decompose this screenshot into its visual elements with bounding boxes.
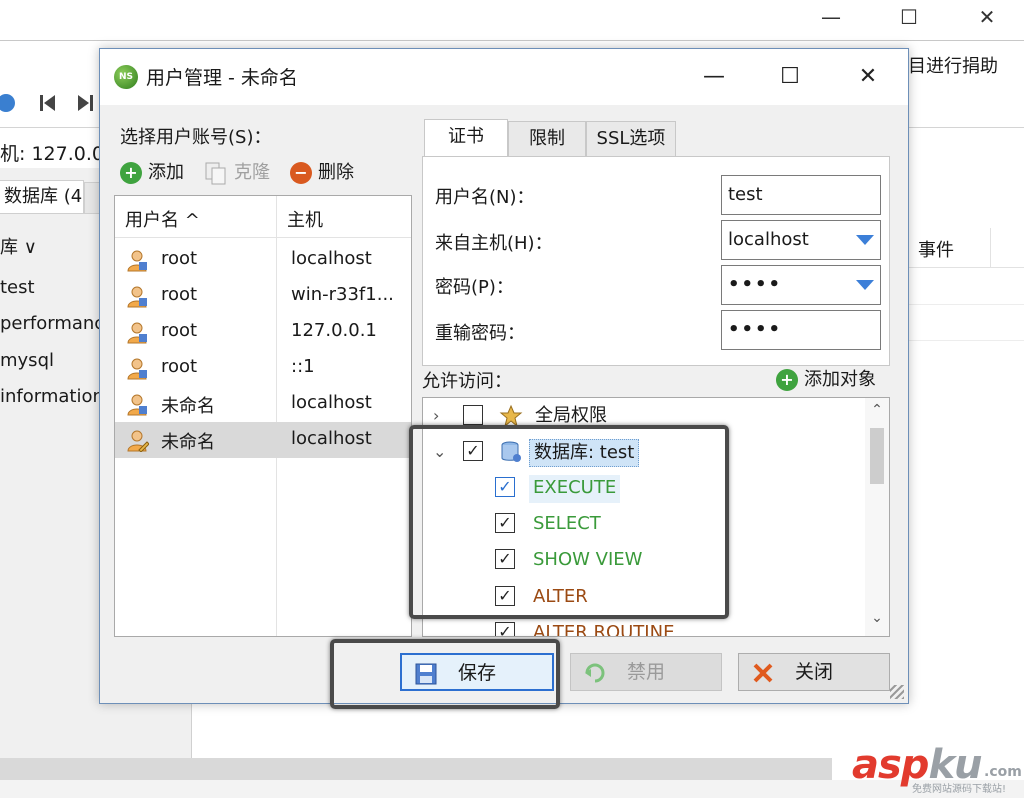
dialog-maximize-button[interactable]: ☐: [770, 61, 810, 93]
add-user-button[interactable]: + 添加: [120, 159, 184, 187]
user-icon: [127, 322, 147, 344]
scroll-up-icon[interactable]: ⌃: [865, 402, 889, 418]
privilege-label: ALTER ROUTINE: [533, 622, 675, 637]
refresh-icon: [585, 663, 605, 683]
app-close-button[interactable]: ✕: [964, 2, 1010, 32]
database-item[interactable]: test: [0, 277, 100, 298]
connection-host-label: 机: 127.0.0.: [0, 143, 111, 165]
app-maximize-button[interactable]: ☐: [886, 2, 932, 32]
tab-limits[interactable]: 限制: [508, 121, 586, 157]
app-minimize-button[interactable]: —: [808, 2, 854, 32]
horizontal-scrollbar[interactable]: [0, 758, 832, 780]
disable-button[interactable]: 禁用: [570, 653, 722, 691]
tab-databases[interactable]: 数据库 (4): [0, 180, 84, 214]
database-item[interactable]: performance: [0, 313, 100, 334]
user-row[interactable]: root win-r33f1...: [115, 278, 411, 314]
user-name: 未命名: [161, 396, 215, 417]
user-icon: [127, 250, 147, 272]
tab-certificate[interactable]: 证书: [424, 119, 508, 157]
column-header-host[interactable]: 主机: [287, 206, 323, 232]
grid-separator: [990, 228, 991, 268]
user-row[interactable]: 未命名 localhost: [115, 386, 411, 422]
navicat-logo-icon: NS: [114, 65, 138, 89]
user-icon: [127, 394, 147, 416]
last-record-icon[interactable]: [76, 92, 96, 114]
privilege-checkbox[interactable]: ✓: [495, 622, 515, 636]
username-field[interactable]: test: [721, 175, 881, 215]
highlight-frame-save: [330, 639, 560, 709]
minus-icon: −: [290, 162, 312, 184]
donate-link[interactable]: 目进行捐助: [908, 52, 998, 78]
user-host: localhost: [291, 392, 372, 413]
add-object-button[interactable]: + 添加对象: [776, 365, 876, 391]
first-record-icon[interactable]: [38, 92, 58, 114]
user-host: localhost: [291, 428, 372, 449]
dialog-minimize-button[interactable]: —: [694, 61, 734, 93]
user-name: root: [161, 284, 198, 305]
allow-access-label: 允许访问：: [422, 371, 512, 392]
database-item[interactable]: information_: [0, 386, 100, 407]
select-account-label: 选择用户账号(S)：: [120, 127, 272, 148]
grid-row-line: [908, 304, 1024, 305]
confirm-password-field[interactable]: ••••: [721, 310, 881, 350]
watermark-suffix: .com: [984, 764, 1022, 780]
user-host: localhost: [291, 248, 372, 269]
user-host: win-r33f1...: [291, 284, 394, 305]
highlight-frame-privileges: [409, 425, 729, 619]
close-button[interactable]: 关闭: [738, 653, 890, 691]
clone-icon: [205, 162, 226, 185]
user-icon: [127, 358, 147, 380]
user-manager-dialog: NS 用户管理 - 未命名 — ☐ ✕ 选择用户账号(S)： + 添加 克隆 − 删…: [99, 48, 909, 709]
scroll-thumb[interactable]: [870, 428, 884, 484]
event-column-header: 事件: [918, 240, 954, 261]
app-divider: [0, 40, 1024, 41]
watermark-subtitle: 免费网站源码下载站!: [912, 784, 1007, 795]
user-row-selected[interactable]: 未命名 localhost: [115, 422, 411, 458]
from-host-select[interactable]: localhost: [721, 220, 881, 260]
user-name: root: [161, 320, 198, 341]
password-label: 密码(P)：: [435, 277, 514, 298]
resize-grip[interactable]: [890, 685, 904, 699]
certificate-panel: 用户名(N)： test 来自主机(H)： localhost 密码(P)： •…: [422, 156, 890, 366]
user-name: 未命名: [161, 432, 215, 453]
chevron-right-icon[interactable]: ›: [433, 406, 439, 425]
dropdown-arrow-icon: [856, 235, 874, 245]
user-edit-icon: [127, 430, 149, 452]
user-name: root: [161, 248, 198, 269]
user-row[interactable]: root localhost: [115, 242, 411, 278]
plus-icon: +: [120, 162, 142, 184]
delete-user-button[interactable]: − 删除: [290, 159, 354, 187]
database-column-header[interactable]: 库 ∨: [0, 233, 37, 259]
user-list: 用户名 ^ 主机 root localhost root win-r33f1..…: [114, 195, 412, 637]
dropdown-arrow-icon: [856, 280, 874, 290]
help-icon[interactable]: [0, 92, 20, 114]
user-host: ::1: [291, 356, 315, 377]
tab-ssl-options[interactable]: SSL选项: [586, 121, 676, 157]
global-checkbox[interactable]: [463, 405, 483, 425]
username-label: 用户名(N)：: [435, 187, 535, 208]
user-list-header: 用户名 ^ 主机: [115, 196, 411, 238]
close-x-icon: [753, 663, 773, 683]
from-host-label: 来自主机(H)：: [435, 233, 553, 254]
clone-user-button[interactable]: 克隆: [204, 159, 270, 187]
dialog-close-button[interactable]: ✕: [848, 61, 888, 93]
tree-scrollbar[interactable]: ⌃ ⌄: [865, 398, 889, 636]
grid-row-line: [908, 340, 1024, 341]
dialog-titlebar[interactable]: NS 用户管理 - 未命名 — ☐ ✕: [100, 49, 908, 105]
password-field[interactable]: ••••: [721, 265, 881, 305]
scroll-down-icon[interactable]: ⌄: [865, 610, 889, 626]
user-row[interactable]: root 127.0.0.1: [115, 314, 411, 350]
plus-icon: +: [776, 369, 798, 391]
dialog-title: 用户管理 - 未命名: [146, 67, 298, 89]
user-icon: [127, 286, 147, 308]
confirm-password-label: 重输密码：: [435, 323, 525, 344]
user-row[interactable]: root ::1: [115, 350, 411, 386]
user-name: root: [161, 356, 198, 377]
tab-other[interactable]: [84, 182, 100, 214]
user-host: 127.0.0.1: [291, 320, 377, 341]
app-titlebar: — ☐ ✕: [0, 0, 1024, 38]
database-item[interactable]: mysql: [0, 350, 100, 371]
column-header-username[interactable]: 用户名 ^: [125, 206, 200, 232]
